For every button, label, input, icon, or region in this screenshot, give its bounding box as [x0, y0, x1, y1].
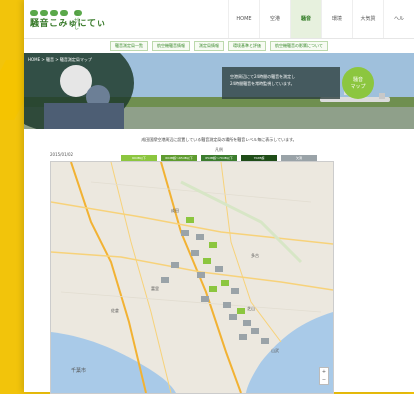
station-marker[interactable]: [197, 272, 205, 278]
breadcrumb: HOME > 騒音 > 騒音測定局マップ: [28, 57, 92, 62]
station-marker[interactable]: [221, 280, 229, 286]
station-marker[interactable]: [239, 334, 247, 340]
noise-map-badge[interactable]: 騒音 マップ: [342, 67, 374, 99]
subnav-station-info[interactable]: 測定局情報: [194, 41, 225, 51]
station-marker[interactable]: [215, 266, 223, 272]
station-marker[interactable]: [196, 234, 204, 240]
hero-card-line: 空港周辺にて24時間の騒音を測定し: [230, 74, 296, 79]
place-label: 成田: [171, 207, 179, 213]
nav-environment[interactable]: 環境: [321, 0, 352, 38]
zoom-control[interactable]: + −: [319, 367, 329, 385]
site-header: たがし 騒音こみゅにてぃ HOME 空港 騒音 環境 大気質 ヘル: [24, 0, 414, 39]
nav-home[interactable]: HOME: [228, 0, 259, 38]
place-label: 多古: [251, 252, 259, 258]
station-marker[interactable]: [243, 320, 251, 326]
subnav-stations[interactable]: 騒音測定局一覧: [110, 41, 149, 51]
station-marker[interactable]: [171, 262, 179, 268]
station-marker[interactable]: [191, 250, 199, 256]
nav-help[interactable]: ヘル: [383, 0, 414, 38]
place-label: 佐倉: [111, 307, 119, 313]
subnav-standards[interactable]: 環境基準と評価: [228, 41, 267, 51]
station-marker[interactable]: [203, 258, 211, 264]
zoom-in-icon[interactable]: +: [320, 368, 328, 376]
hero-info-card: 空港周辺にて24時間の騒音を測定し 24時間騒音を常時監視しています。: [222, 67, 340, 99]
place-label: 富里: [151, 285, 159, 291]
nav-airport[interactable]: 空港: [259, 0, 290, 38]
map-date: 2015/01/02: [50, 152, 74, 157]
hero-banner: HOME > 騒音 > 騒音測定局マップ 空港周辺にて24時間の騒音を測定し 2…: [24, 53, 414, 129]
station-marker[interactable]: [229, 314, 237, 320]
zoom-out-icon[interactable]: −: [320, 376, 328, 384]
station-marker[interactable]: [223, 302, 231, 308]
subnav-impact[interactable]: 航空機騒音の影響について: [270, 41, 328, 51]
station-marker[interactable]: [161, 277, 169, 283]
station-marker[interactable]: [251, 328, 259, 334]
place-label: 芝山: [247, 305, 255, 311]
hero-card-line: 24時間騒音を常時監視しています。: [230, 81, 295, 86]
lead-text: 成田国際空港周辺に設置している騒音測定局の場所を騒音レベル毎に表示しています。: [141, 137, 297, 142]
logo-name: 騒音こみゅにてぃ: [30, 18, 107, 29]
nav-noise[interactable]: 騒音: [290, 0, 321, 38]
map-canvas: 成田 富里 芝山 多古 山武 千葉市 佐倉: [51, 162, 333, 393]
badge-line: 騒音: [352, 77, 363, 83]
station-marker[interactable]: [209, 286, 217, 292]
station-marker[interactable]: [261, 338, 269, 344]
site-logo[interactable]: たがし 騒音こみゅにてぃ: [30, 4, 110, 34]
badge-line: マップ: [350, 84, 366, 90]
place-label: 千葉市: [71, 367, 86, 374]
legend-title: 凡例: [215, 147, 223, 152]
sub-nav: 騒音測定局一覧 航空機騒音情報 測定局情報 環境基準と評価 航空機騒音の影響につ…: [24, 39, 414, 53]
noise-map[interactable]: 成田 富里 芝山 多古 山武 千葉市 佐倉 + −: [50, 161, 334, 394]
station-marker[interactable]: [201, 296, 209, 302]
station-marker[interactable]: [181, 230, 189, 236]
station-marker[interactable]: [237, 308, 245, 314]
nav-air-quality[interactable]: 大気質: [352, 0, 383, 38]
place-label: 山武: [271, 347, 279, 353]
global-nav: HOME 空港 騒音 環境 大気質 ヘル: [228, 0, 414, 38]
station-marker[interactable]: [231, 288, 239, 294]
subnav-aircraft-noise[interactable]: 航空機騒音情報: [152, 41, 191, 51]
station-marker[interactable]: [209, 242, 217, 248]
station-marker[interactable]: [186, 217, 194, 223]
